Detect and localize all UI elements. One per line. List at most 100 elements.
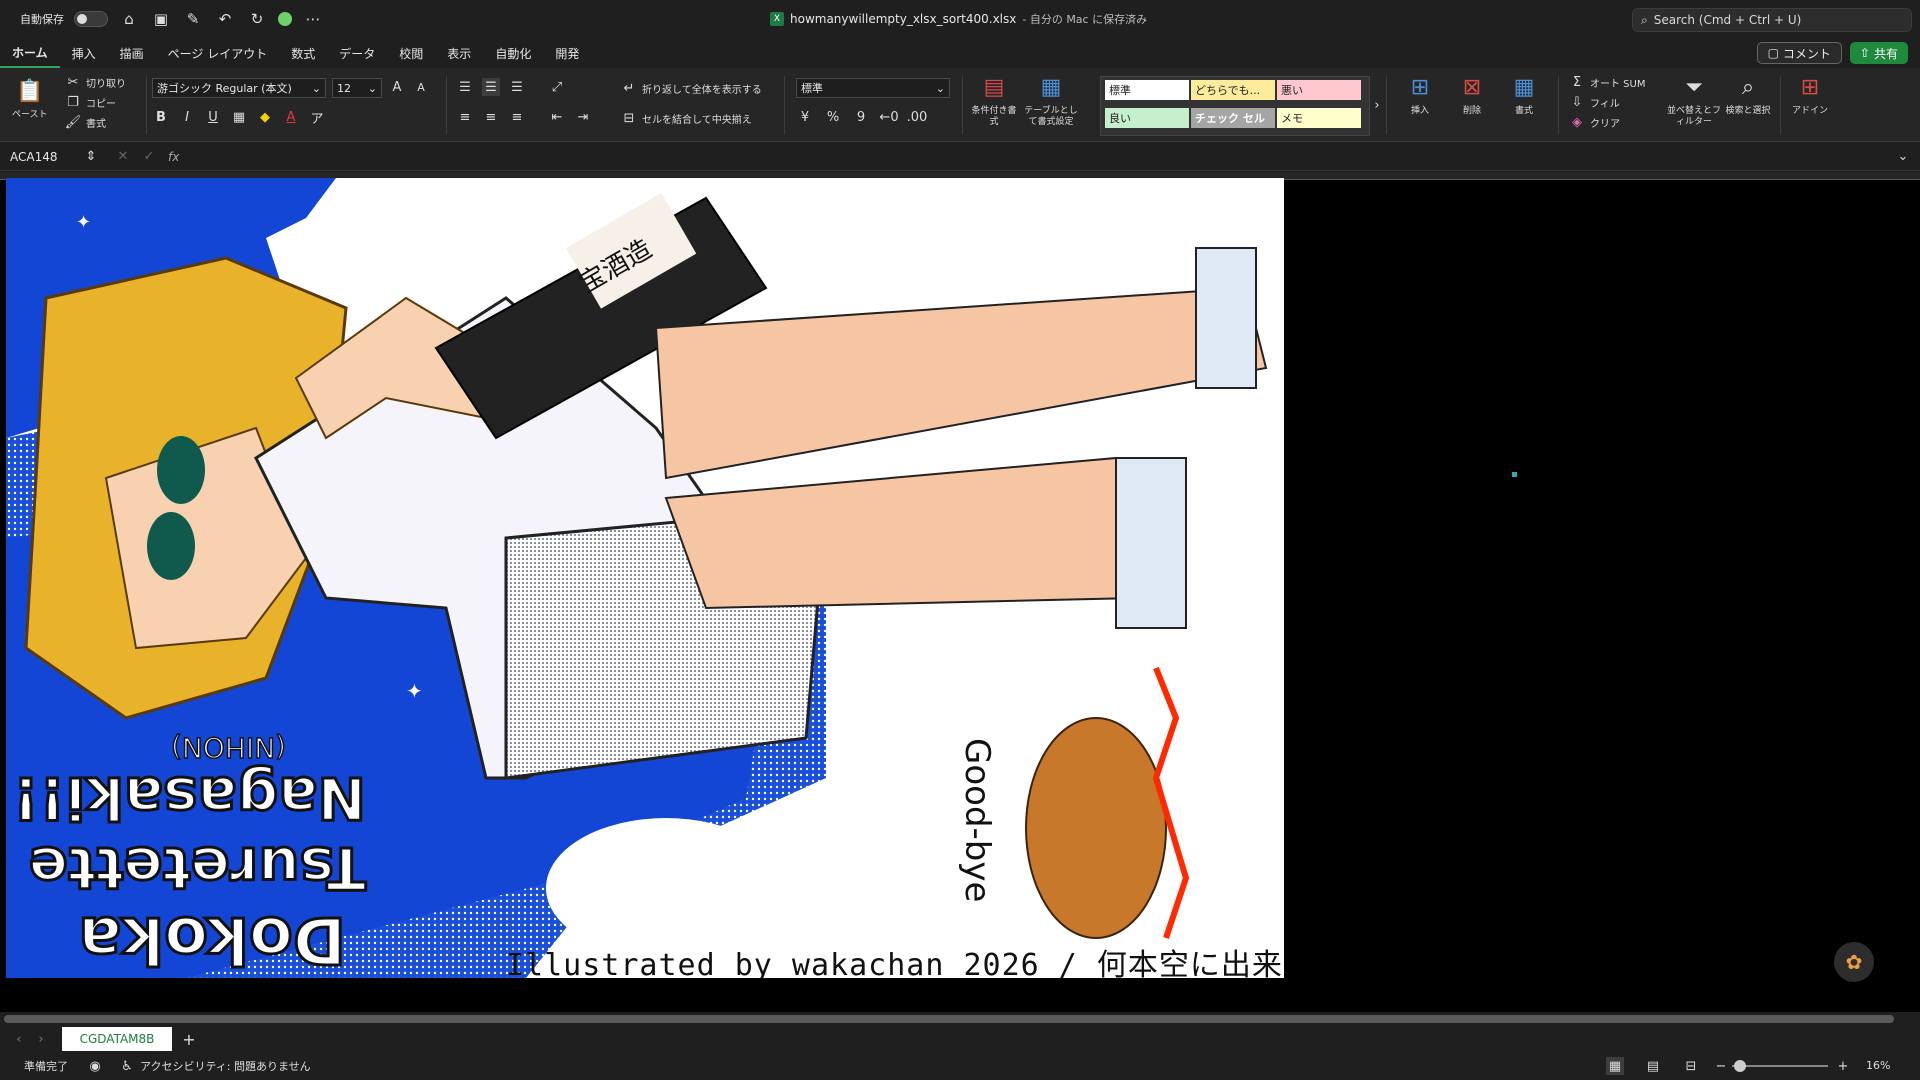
addins-button[interactable]: ⊞ アドイン [1786,72,1834,117]
name-box[interactable]: ACA148 [0,146,80,168]
fill-color-icon[interactable]: ◆ [256,108,274,126]
style-bad[interactable]: 悪い [1277,80,1361,100]
sort-filter-button[interactable]: ⏷ 並べ替えとフィルター [1666,72,1722,128]
align-left-icon[interactable]: ≡ [456,108,474,126]
style-good[interactable]: 良い [1105,108,1189,128]
align-middle-icon[interactable]: ☰ [482,78,500,96]
save-status[interactable]: - 自分の Mac に保存済み [1022,11,1147,27]
formula-input[interactable] [191,146,1894,168]
insert-cells-button[interactable]: ⊞ 挿入 [1396,72,1444,117]
conditional-format-button[interactable]: ▤ 条件付き書式 [970,72,1018,128]
autosum-button[interactable]: Σ オート SUM [1568,72,1646,92]
style-normal[interactable]: 標準 [1105,80,1189,100]
accessibility-status[interactable]: アクセシビリティ: 問題ありません [140,1058,311,1074]
function-icon[interactable]: fx [168,150,179,164]
accessibility-icon[interactable]: ♿ [118,1057,136,1075]
align-bottom-icon[interactable]: ☰ [508,78,526,96]
zoom-out-icon[interactable]: − [1712,1057,1730,1075]
increase-decimal-icon[interactable]: ←0 [879,108,898,126]
gallery-more-icon[interactable]: › [1368,96,1386,114]
decrease-decimal-icon[interactable]: .00 [907,108,928,126]
zoom-in-icon[interactable]: + [1834,1057,1852,1075]
decrease-font-icon[interactable]: A [412,78,430,96]
tab-draw[interactable]: 描画 [108,38,156,68]
normal-view-icon[interactable]: ▦ [1606,1057,1624,1075]
embedded-illustration[interactable]: ✦ ✦ ✦ 宝酒造 Good-bye Dokoka Tsuretette Nag… [6,178,1284,978]
conditional-format-label: 条件付き書式 [971,106,1017,127]
font-color-icon[interactable]: A [282,108,300,126]
tab-data[interactable]: データ [327,38,387,68]
tab-view[interactable]: 表示 [435,38,483,68]
format-cells-button[interactable]: ▦ 書式 [1500,72,1548,117]
expand-formula-icon[interactable]: ⌄ [1894,148,1912,166]
save-as-icon[interactable]: ✎ [182,8,204,30]
cut-button[interactable]: ✂ 切り取り [64,72,126,92]
search-box[interactable]: ⌕ Search (Cmd + Ctrl + U) [1632,8,1912,32]
save-icon[interactable]: ▣ [150,8,172,30]
style-neutral[interactable]: どちらでも... [1191,80,1275,100]
macro-record-icon[interactable]: ◉ [86,1057,104,1075]
format-painter-button[interactable]: 🖌 書式 [64,112,126,132]
paste-button[interactable]: 📋 ペースト [12,76,48,121]
zoom-slider-knob[interactable] [1734,1060,1746,1072]
increase-font-icon[interactable]: A [388,78,406,96]
percent-icon[interactable]: % [824,108,842,126]
wrap-text-button[interactable]: ↵ 折り返して全体を表示する [620,78,762,98]
bold-icon[interactable]: B [152,108,170,126]
more-icon[interactable]: ⋯ [302,8,324,30]
next-sheet-icon[interactable]: › [32,1030,50,1048]
add-sheet-icon[interactable]: + [180,1030,198,1049]
name-box-stepper-icon[interactable]: ⇕ [82,148,100,166]
scrollbar-thumb[interactable] [4,1015,1894,1023]
star-icon: ✦ [406,679,423,703]
clear-button[interactable]: ◈ クリア [1568,112,1645,132]
horizontal-scrollbar[interactable] [0,1012,1920,1026]
share-button[interactable]: ⇧ 共有 [1849,42,1908,64]
tab-page-layout[interactable]: ページ レイアウト [156,38,280,68]
delete-cells-button[interactable]: ⊠ 削除 [1448,72,1496,117]
comma-icon[interactable]: 9 [852,108,870,126]
tab-home[interactable]: ホーム [0,38,60,68]
sheet-tab[interactable]: CGDATAM8B [62,1027,172,1051]
copilot-button[interactable]: ✿ [1834,942,1874,982]
tab-automate[interactable]: 自動化 [483,38,543,68]
align-right-icon[interactable]: ≡ [508,108,526,126]
find-select-button[interactable]: ⌕ 検索と選択 [1724,72,1772,117]
merge-center-button[interactable]: ⊟ セルを結合して中央揃え [620,108,752,128]
tab-formulas[interactable]: 数式 [279,38,327,68]
align-center-icon[interactable]: ≡ [482,108,500,126]
redo-icon[interactable]: ↻ [246,8,268,30]
style-memo[interactable]: メモ [1277,108,1361,128]
fill-button[interactable]: ⇩ フィル [1568,92,1645,112]
number-format-select[interactable]: 標準 ⌄ [796,78,950,98]
font-size-select[interactable]: 12 ⌄ [332,78,382,98]
tab-review[interactable]: 校閲 [387,38,435,68]
autosave-toggle[interactable] [74,11,108,27]
underline-icon[interactable]: U [204,108,222,126]
zoom-slider[interactable] [1732,1065,1828,1067]
borders-icon[interactable]: ▦ [230,108,248,126]
home-icon[interactable]: ⌂ [118,8,140,30]
page-break-view-icon[interactable]: ⊟ [1682,1057,1700,1075]
copy-button[interactable]: ❐ コピー [64,92,126,112]
align-top-icon[interactable]: ☰ [456,78,474,96]
font-name-select[interactable]: 游ゴシック Regular (本文) ⌄ [152,78,326,98]
cancel-icon[interactable]: ✕ [114,148,132,166]
prev-sheet-icon[interactable]: ‹ [10,1030,28,1048]
increase-indent-icon[interactable]: ⇥ [574,108,592,126]
zoom-level[interactable]: 16% [1866,1059,1890,1072]
cut-label: 切り取り [86,78,126,90]
style-check-cell[interactable]: チェック セル [1191,108,1275,128]
comment-button[interactable]: ▢ コメント [1756,42,1842,64]
currency-icon[interactable]: ¥ [796,108,814,126]
tab-insert[interactable]: 挿入 [60,38,108,68]
format-as-table-button[interactable]: ▦ テーブルとして書式設定 [1022,72,1080,128]
page-layout-view-icon[interactable]: ▤ [1644,1057,1662,1075]
italic-icon[interactable]: I [178,108,196,126]
undo-icon[interactable]: ↶ [214,8,236,30]
phonetic-icon[interactable]: ア [308,108,326,127]
confirm-icon[interactable]: ✓ [140,148,158,166]
tab-developer[interactable]: 開発 [543,38,591,68]
orientation-icon[interactable]: ⤢ [548,78,566,96]
decrease-indent-icon[interactable]: ⇤ [548,108,566,126]
